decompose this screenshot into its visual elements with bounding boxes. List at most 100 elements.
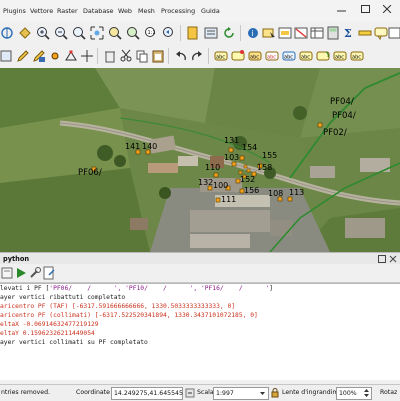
svg-text:141: 141 [125, 142, 140, 151]
redo-button[interactable] [190, 49, 204, 63]
cut-features-button[interactable] [119, 49, 133, 63]
menu-vettore[interactable]: Vettore [30, 7, 53, 15]
menu-plugins[interactable]: Plugins [3, 7, 26, 15]
run-command-button[interactable] [14, 266, 28, 280]
pan-map-button[interactable] [0, 26, 14, 40]
zoom-out-button[interactable] [54, 26, 68, 40]
show-bookmarks-button[interactable] [204, 26, 218, 40]
edits-icon [0, 50, 12, 62]
open-attribute-table-button[interactable] [310, 26, 324, 40]
save-edits-button[interactable] [32, 49, 46, 63]
coordinate-field[interactable]: 14.249275,41.645545 [111, 387, 183, 400]
zoom-native-button[interactable]: 1:1 [144, 26, 158, 40]
float-panel-icon[interactable] [378, 255, 386, 263]
vertex-tool-button[interactable] [64, 49, 78, 63]
zoom-to-layer-button[interactable] [126, 26, 140, 40]
menu-raster[interactable]: Raster [57, 7, 78, 15]
undo-icon [176, 51, 186, 61]
toggle-extents-icon[interactable] [185, 388, 195, 398]
console-settings-button[interactable] [28, 266, 42, 280]
select-rectangle-icon [262, 28, 275, 38]
current-edits-button[interactable] [0, 49, 14, 63]
pan-icon [1, 27, 13, 39]
close-icon [383, 5, 392, 13]
wrench-icon [30, 267, 41, 278]
field-calculator-button[interactable] [326, 26, 340, 40]
add-feature-button[interactable] [48, 49, 62, 63]
magnifier-value: 100% [339, 390, 357, 397]
zoom-to-selection-button[interactable] [108, 26, 122, 40]
label-properties-button[interactable]: abc [350, 49, 364, 63]
label-move-icon: abc [299, 51, 313, 61]
deselect-all-button[interactable] [294, 26, 308, 40]
copy-features-button[interactable] [135, 49, 149, 63]
toggle-editing-button[interactable] [16, 49, 30, 63]
redo-icon [192, 51, 202, 61]
map-canvas[interactable]: PF06/ PF04/ PF04/ PF02/ 141 140 131 154 … [0, 68, 400, 252]
highlight-labels-button[interactable]: abc [248, 49, 262, 63]
pf-label: PF06/ [78, 168, 102, 178]
statistics-button[interactable]: Σ [342, 26, 356, 40]
move-feature-button[interactable] [80, 49, 94, 63]
attribute-table-icon [310, 27, 324, 39]
delete-selected-button[interactable] [103, 49, 117, 63]
select-by-value-button[interactable] [278, 26, 292, 40]
rotation-label: Rotaz [380, 389, 398, 396]
svg-text:abc: abc [335, 55, 344, 61]
minimize-button[interactable] [330, 0, 354, 18]
show-editor-button[interactable] [42, 266, 56, 280]
pan-to-selection-button[interactable] [18, 26, 32, 40]
select-value-icon [278, 27, 292, 39]
map-tips-button[interactable] [374, 26, 388, 40]
svg-text:103: 103 [224, 153, 239, 162]
move-label-button[interactable]: abc [299, 49, 313, 63]
close-window-button[interactable] [376, 0, 400, 18]
clear-console-button[interactable] [0, 266, 14, 280]
menu-database[interactable]: Database [83, 7, 114, 15]
maximize-button[interactable] [354, 0, 378, 18]
pin-labels-button[interactable]: abc [265, 49, 279, 63]
lock-scale-icon[interactable] [270, 388, 280, 398]
change-label-button[interactable]: abc [333, 49, 347, 63]
rotate-label-button[interactable] [316, 49, 330, 63]
scale-label: Scala [197, 389, 214, 396]
console-line: levati i PF ['PF06/ / ', 'PF10/ / ', 'PF… [0, 285, 273, 292]
menu-guida[interactable]: Guida [201, 7, 220, 15]
new-bookmark-button[interactable] [186, 26, 200, 40]
copy-icon [136, 50, 148, 63]
bookmark-icon [187, 26, 198, 40]
annotation-button[interactable] [388, 26, 400, 40]
menu-web[interactable]: Web [118, 7, 132, 15]
menu-processing[interactable]: Processing [161, 7, 195, 15]
status-message: ntries removed. [1, 389, 50, 396]
satellite-map: PF06/ PF04/ PF04/ PF02/ 141 140 131 154 … [0, 68, 400, 252]
zoom-last-icon [163, 27, 173, 37]
select-features-button[interactable] [262, 26, 276, 40]
undo-button[interactable] [174, 49, 188, 63]
measure-button[interactable] [358, 26, 372, 40]
console-line: eltaX -0.06914632477219129 [0, 321, 99, 328]
close-panel-icon[interactable] [389, 255, 397, 263]
point-100[interactable]: 100 [213, 181, 231, 191]
scale-combobox[interactable]: 1:997 [213, 387, 269, 400]
show-hide-labels-button[interactable]: abc [282, 49, 296, 63]
identify-features-button[interactable]: i [246, 26, 260, 40]
label-tool-button[interactable]: abc [214, 49, 228, 63]
layer-labeling-button[interactable] [231, 49, 245, 63]
zoom-full-button[interactable] [90, 26, 104, 40]
magnifier-spinbox[interactable]: 100% [336, 387, 372, 400]
refresh-button[interactable] [222, 26, 236, 40]
python-console-output[interactable]: levati i PF ['PF06/ / ', 'PF10/ / ', 'PF… [0, 283, 400, 380]
svg-text:abc: abc [250, 55, 259, 61]
pf-marker[interactable] [317, 122, 323, 128]
menu-mesh[interactable]: Mesh [138, 7, 155, 15]
zoom-rubberband-button[interactable] [72, 26, 86, 40]
zoom-full-icon [90, 26, 104, 40]
label-pin-icon [231, 50, 245, 61]
paste-features-button[interactable] [151, 49, 165, 63]
zoom-last-button[interactable] [162, 26, 176, 40]
refresh-icon [224, 27, 234, 38]
pencil-icon [17, 50, 29, 62]
zoom-in-button[interactable] [36, 26, 50, 40]
status-bar: ntries removed. Coordinate 14.249275,41.… [0, 384, 400, 401]
